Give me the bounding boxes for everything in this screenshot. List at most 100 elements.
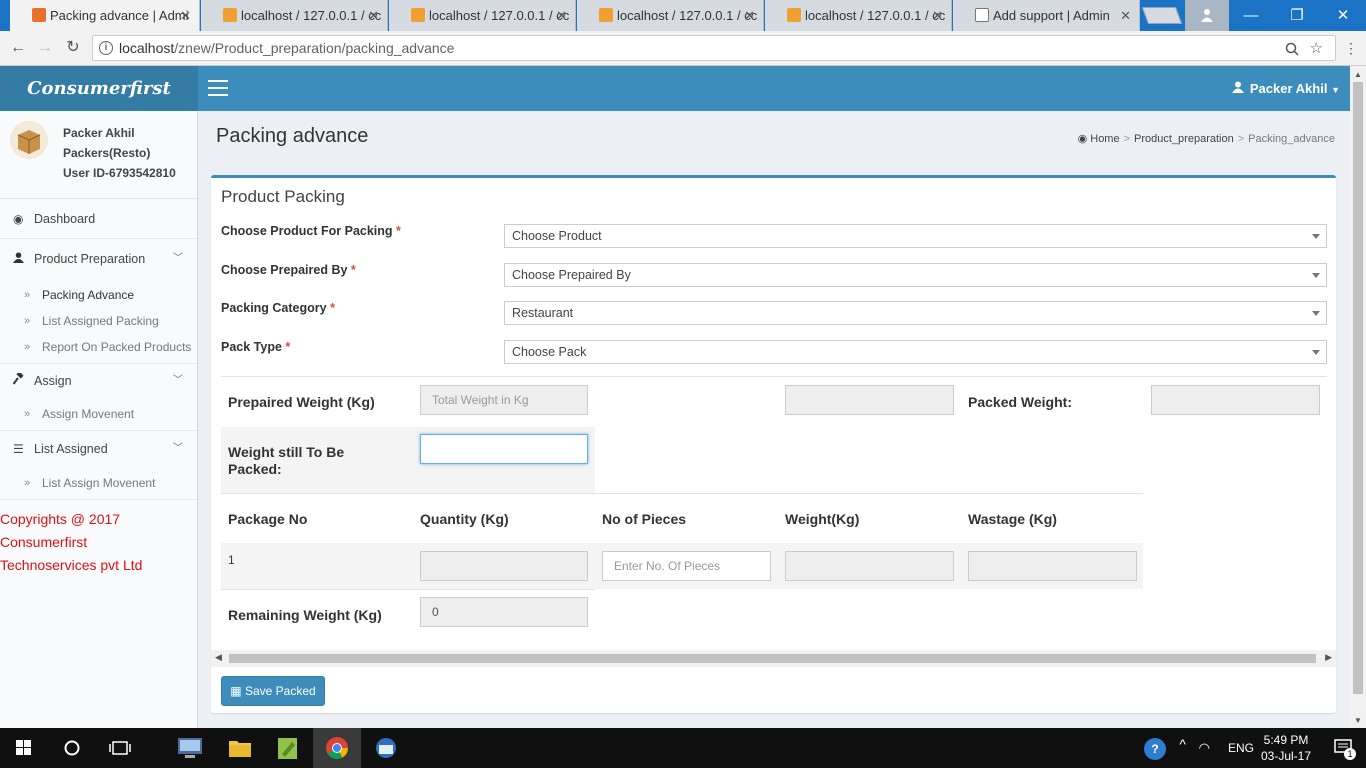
- caret-down-icon: ▼: [1331, 85, 1340, 95]
- new-tab-button[interactable]: [1141, 7, 1183, 24]
- tab-close-icon[interactable]: ✕: [1120, 0, 1131, 31]
- tab-label: localhost / 127.0.0.1 / cc: [429, 8, 570, 23]
- prepaired-weight-input[interactable]: Total Weight in Kg: [420, 385, 588, 415]
- notepad-plus-icon[interactable]: [264, 728, 312, 768]
- pieces-input[interactable]: Enter No. Of Pieces: [602, 551, 771, 581]
- notification-icon[interactable]: 1: [1334, 738, 1356, 760]
- help-icon[interactable]: ?: [1144, 738, 1166, 760]
- back-icon[interactable]: ←: [7, 37, 29, 59]
- sidebar-item-list-assign-movement[interactable]: » List Assign Movenent: [0, 470, 197, 496]
- sidebar-item-list-assigned-packing[interactable]: » List Assigned Packing: [0, 308, 197, 334]
- breadcrumb-home[interactable]: Home: [1090, 133, 1119, 145]
- user-menu[interactable]: Packer Akhil ▼: [1231, 66, 1340, 113]
- windows-start-icon[interactable]: [0, 728, 48, 768]
- browser-menu-icon[interactable]: ⋮: [1340, 37, 1362, 59]
- remote-desktop-icon[interactable]: [166, 728, 214, 768]
- language-indicator[interactable]: ENG: [1228, 741, 1254, 755]
- category-label: Packing Category *: [221, 301, 335, 315]
- profile-icon[interactable]: [1185, 0, 1229, 31]
- weight-input[interactable]: [785, 385, 954, 415]
- app-logo[interactable]: Consumerfirst: [0, 66, 198, 111]
- scrollbar-thumb[interactable]: [229, 654, 1316, 663]
- chevron-down-icon: ﹀: [173, 443, 183, 454]
- prepaired-weight-label: Prepaired Weight (Kg): [228, 394, 375, 410]
- list-icon: ☰: [13, 442, 24, 456]
- chrome-icon[interactable]: [313, 728, 361, 768]
- tab-close-icon[interactable]: ✕: [368, 0, 379, 31]
- tab-localhost-1[interactable]: localhost / 127.0.0.1 / cc ✕: [201, 0, 388, 31]
- horizontal-scrollbar[interactable]: ◀ ▶: [211, 650, 1336, 667]
- thunderbird-icon[interactable]: [362, 728, 410, 768]
- site-info-icon[interactable]: i: [99, 41, 113, 55]
- close-window-icon[interactable]: ✕: [1320, 0, 1366, 31]
- packed-weight-input[interactable]: [1151, 385, 1320, 415]
- tab-close-icon[interactable]: ✕: [180, 0, 191, 31]
- file-explorer-icon[interactable]: [216, 728, 264, 768]
- page-title: Packing advance: [216, 125, 369, 147]
- list-assigned-submenu: » List Assign Movenent: [0, 467, 197, 500]
- scrollbar-thumb[interactable]: [1353, 82, 1363, 694]
- task-view-icon[interactable]: [96, 728, 144, 768]
- wastage-input[interactable]: [968, 551, 1137, 581]
- copyright-text: Copyrights @ 2017 Consumerfirst Technose…: [0, 500, 197, 577]
- scroll-up-icon[interactable]: ▲: [1354, 70, 1362, 79]
- header-wastage: Wastage (Kg): [968, 511, 1057, 527]
- gavel-icon: [12, 364, 25, 398]
- vertical-scrollbar[interactable]: ▲ ▼: [1350, 66, 1366, 728]
- tab-packing-advance[interactable]: Packing advance | Admi ✕: [10, 0, 200, 31]
- sidebar-item-list-assigned[interactable]: ☰ List Assigned ﹀: [0, 431, 197, 467]
- sidebar-item-packing-advance[interactable]: » Packing Advance: [0, 282, 197, 308]
- forward-icon[interactable]: →: [34, 37, 56, 59]
- pack-type-select[interactable]: Choose Pack: [504, 340, 1327, 364]
- sidebar-item-dashboard[interactable]: ◉ Dashboard: [0, 199, 197, 239]
- sidebar-item-report-packed[interactable]: » Report On Packed Products: [0, 334, 197, 360]
- chevron-up-icon[interactable]: ^: [1179, 736, 1186, 752]
- zoom-search-icon[interactable]: [1285, 40, 1299, 64]
- scroll-left-icon[interactable]: ◀: [215, 652, 222, 663]
- tab-close-icon[interactable]: ✕: [744, 0, 755, 31]
- phpmyadmin-favicon-icon: [223, 8, 237, 22]
- sidebar-item-product-preparation[interactable]: Product Preparation ﹀: [0, 239, 197, 279]
- notification-count: 1: [1344, 748, 1356, 760]
- reload-icon[interactable]: ↻: [62, 37, 84, 59]
- minimize-icon[interactable]: —: [1228, 0, 1274, 31]
- bookmark-star-icon[interactable]: ☆: [1310, 37, 1323, 61]
- remaining-weight-input[interactable]: 0: [420, 597, 588, 627]
- user-name: Packer Akhil: [63, 126, 135, 140]
- network-icon[interactable]: ◠: [1199, 740, 1210, 756]
- sidebar: Packer Akhil Packers(Resto) User ID-6793…: [0, 111, 198, 728]
- weight-still-input[interactable]: [420, 434, 588, 464]
- sidebar-item-assign-movement[interactable]: » Assign Movenent: [0, 401, 197, 427]
- product-select[interactable]: Choose Product: [504, 224, 1327, 248]
- url-host: localhost: [119, 40, 175, 56]
- sidebar-toggle-icon[interactable]: [208, 80, 228, 96]
- assign-submenu: » Assign Movenent: [0, 398, 197, 431]
- clock[interactable]: 5:49 PM 03-Jul-17: [1256, 732, 1316, 764]
- scroll-down-icon[interactable]: ▼: [1354, 716, 1362, 725]
- tab-add-support[interactable]: Add support | Admin ✕: [953, 0, 1140, 31]
- row-weight-input[interactable]: [785, 551, 954, 581]
- tab-localhost-3[interactable]: localhost / 127.0.0.1 / cc ✕: [577, 0, 764, 31]
- save-packed-button[interactable]: ▦ Save Packed: [221, 676, 325, 706]
- pack-type-label: Pack Type *: [221, 340, 291, 354]
- tab-localhost-2[interactable]: localhost / 127.0.0.1 / cc ✕: [389, 0, 576, 31]
- tab-localhost-4[interactable]: localhost / 127.0.0.1 / cc ✕: [765, 0, 952, 31]
- quantity-input[interactable]: [420, 551, 588, 581]
- cortana-search-icon[interactable]: [48, 728, 96, 768]
- category-select[interactable]: Restaurant: [504, 301, 1327, 325]
- tab-close-icon[interactable]: ✕: [932, 0, 943, 31]
- browser-address-bar: ← → ↻ i localhost/znew/Product_preparati…: [0, 31, 1366, 66]
- tab-close-icon[interactable]: ✕: [556, 0, 567, 31]
- url-input[interactable]: i localhost/znew/Product_preparation/pac…: [92, 35, 1336, 61]
- caret-down-icon: [1312, 350, 1320, 355]
- sidebar-item-assign[interactable]: Assign ﹀: [0, 364, 197, 398]
- scroll-right-icon[interactable]: ▶: [1325, 652, 1332, 663]
- header-package-no: Package No: [228, 511, 308, 527]
- user-icon: [1231, 81, 1244, 93]
- prepaired-by-label: Choose Prepaired By *: [221, 263, 356, 277]
- restore-icon[interactable]: ❐: [1274, 0, 1320, 31]
- sidebar-item-label: Assign Movenent: [42, 407, 135, 421]
- prepaired-by-select[interactable]: Choose Prepaired By: [504, 263, 1327, 287]
- breadcrumb-section[interactable]: Product_preparation: [1134, 133, 1234, 145]
- user-id: User ID-6793542810: [63, 166, 176, 180]
